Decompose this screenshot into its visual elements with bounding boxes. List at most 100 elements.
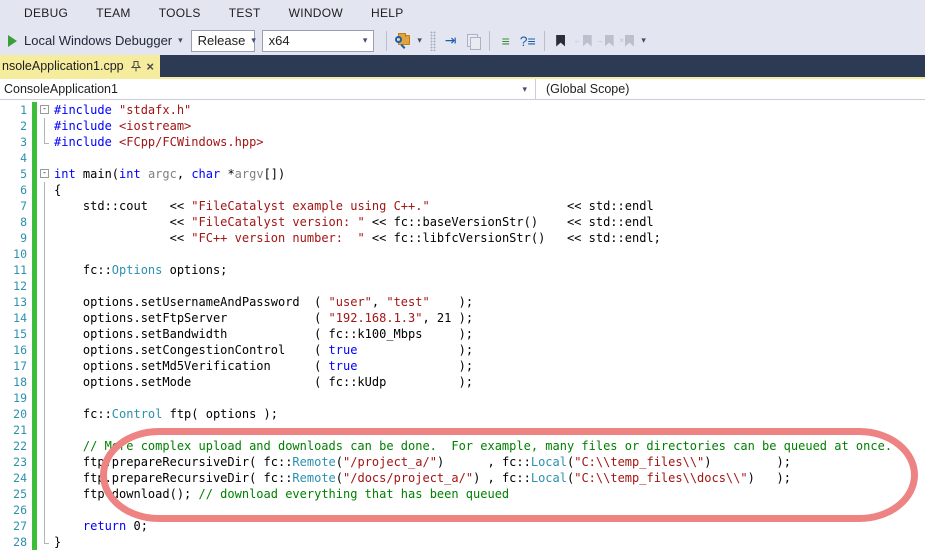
tab-title: nsoleApplication1.cpp	[2, 59, 125, 73]
code-editor[interactable]: 1-#include "stdafx.h"2#include <iostream…	[0, 100, 925, 560]
fold-margin[interactable]: -	[37, 166, 54, 182]
uncomment-selection-icon[interactable]: ?≡	[517, 30, 539, 52]
code-line[interactable]: 21	[0, 422, 925, 438]
collapse-region-icon[interactable]: -	[40, 105, 49, 114]
line-number: 27	[0, 518, 30, 534]
line-number: 4	[0, 150, 30, 166]
editor-navigation-bar: ConsoleApplication1 ▾ (Global Scope)	[0, 79, 925, 100]
code-line[interactable]: 14 options.setFtpServer ( "192.168.1.3",…	[0, 310, 925, 326]
line-number: 2	[0, 118, 30, 134]
find-options-dropdown-icon[interactable]: ▾	[414, 30, 426, 52]
tab-consoleapplication1-cpp[interactable]: nsoleApplication1.cpp ×	[0, 55, 160, 77]
line-number: 11	[0, 262, 30, 278]
code-text: ftp.prepareRecursiveDir( fc::Remote("/pr…	[54, 454, 791, 470]
toolbar-separator	[544, 31, 545, 51]
toolbar-grip	[430, 31, 436, 51]
find-in-files-icon[interactable]	[392, 30, 414, 52]
code-line[interactable]: 3#include <FCpp/FCWindows.hpp>	[0, 134, 925, 150]
toolbar-overflow-icon[interactable]: ▾	[638, 30, 650, 52]
code-line[interactable]: 16 options.setCongestionControl ( true )…	[0, 342, 925, 358]
global-scope-dropdown[interactable]: (Global Scope)	[536, 79, 925, 99]
menu-item-help[interactable]: HELP	[357, 1, 418, 25]
code-line[interactable]: 10	[0, 246, 925, 262]
line-number: 21	[0, 422, 30, 438]
code-text: options.setBandwidth ( fc::k100_Mbps );	[54, 326, 473, 342]
line-number: 12	[0, 278, 30, 294]
platform-dropdown-icon[interactable]: ▾	[358, 35, 373, 46]
fold-margin	[37, 326, 54, 342]
line-number: 3	[0, 134, 30, 150]
fold-margin	[37, 534, 54, 550]
fold-margin[interactable]: -	[37, 102, 54, 118]
code-line[interactable]: 28}	[0, 534, 925, 550]
close-tab-icon[interactable]: ×	[146, 60, 154, 73]
code-line[interactable]: 9 << "FC++ version number: " << fc::libf…	[0, 230, 925, 246]
project-scope-dropdown[interactable]: ConsoleApplication1 ▾	[0, 79, 536, 99]
code-line[interactable]: 6{	[0, 182, 925, 198]
code-line[interactable]: 24 ftp.prepareRecursiveDir( fc::Remote("…	[0, 470, 925, 486]
line-number: 5	[0, 166, 30, 182]
fold-margin	[37, 358, 54, 374]
code-line[interactable]: 26	[0, 502, 925, 518]
code-line[interactable]: 27 return 0;	[0, 518, 925, 534]
code-line[interactable]: 13 options.setUsernameAndPassword ( "use…	[0, 294, 925, 310]
code-line[interactable]: 19	[0, 390, 925, 406]
fold-margin	[37, 342, 54, 358]
code-line[interactable]: 5-int main(int argc, char *argv[])	[0, 166, 925, 182]
project-scope-dropdown-icon[interactable]: ▾	[522, 84, 535, 95]
toggle-bookmark-icon[interactable]	[550, 30, 572, 52]
code-line[interactable]: 23 ftp.prepareRecursiveDir( fc::Remote("…	[0, 454, 925, 470]
menu-item-tools[interactable]: TOOLS	[145, 1, 215, 25]
code-line[interactable]: 15 options.setBandwidth ( fc::k100_Mbps …	[0, 326, 925, 342]
code-line[interactable]: 18 options.setMode ( fc::kUdp );	[0, 374, 925, 390]
solution-configuration-select[interactable]: Release ▾	[191, 30, 255, 52]
fold-margin	[37, 246, 54, 262]
comment-selection-icon[interactable]: ≡	[495, 30, 517, 52]
code-line[interactable]: 2#include <iostream>	[0, 118, 925, 134]
fold-margin	[37, 438, 54, 454]
menu-item-test[interactable]: TEST	[215, 1, 275, 25]
collapse-region-icon[interactable]: -	[40, 169, 49, 178]
code-line[interactable]: 11 fc::Options options;	[0, 262, 925, 278]
clear-bookmarks-icon[interactable]: ×	[616, 30, 638, 52]
code-text: options.setUsernameAndPassword ( "user",…	[54, 294, 473, 310]
previous-bookmark-icon[interactable]: ←	[572, 30, 594, 52]
code-line[interactable]: 8 << "FileCatalyst version: " << fc::bas…	[0, 214, 925, 230]
fold-margin	[37, 182, 54, 198]
menu-item-window[interactable]: WINDOW	[275, 1, 357, 25]
line-number: 24	[0, 470, 30, 486]
pin-tab-icon[interactable]	[131, 61, 141, 72]
code-line[interactable]: 12	[0, 278, 925, 294]
code-line[interactable]: 4	[0, 150, 925, 166]
code-line[interactable]: 22 // More complex upload and downloads …	[0, 438, 925, 454]
fold-margin	[37, 486, 54, 502]
fold-margin	[37, 454, 54, 470]
menu-item-debug[interactable]: DEBUG	[10, 1, 82, 25]
code-line[interactable]: 17 options.setMd5Verification ( true );	[0, 358, 925, 374]
debug-target-dropdown-icon[interactable]: ▾	[178, 35, 183, 46]
line-number: 10	[0, 246, 30, 262]
code-area[interactable]: 1-#include "stdafx.h"2#include <iostream…	[0, 102, 925, 550]
solution-platform-select[interactable]: x64 ▾	[262, 30, 374, 52]
code-line[interactable]: 1-#include "stdafx.h"	[0, 102, 925, 118]
line-number: 1	[0, 102, 30, 118]
toolbar-icon-group: ▾⇥≡?≡←→×▾	[381, 30, 650, 52]
configuration-dropdown-icon[interactable]: ▾	[251, 35, 256, 46]
line-number: 26	[0, 502, 30, 518]
line-number: 22	[0, 438, 30, 454]
menu-item-team[interactable]: TEAM	[82, 1, 145, 25]
line-number: 18	[0, 374, 30, 390]
fold-margin	[37, 230, 54, 246]
fold-margin	[37, 150, 54, 166]
code-line[interactable]: 7 std::cout << "FileCatalyst example usi…	[0, 198, 925, 214]
navigate-to-icon[interactable]: ⇥	[440, 30, 462, 52]
code-line[interactable]: 25 ftp.download(); // download everythin…	[0, 486, 925, 502]
start-debug-play-icon[interactable]	[8, 35, 17, 47]
next-bookmark-icon[interactable]: →	[594, 30, 616, 52]
copy-icon[interactable]	[462, 30, 484, 52]
line-number: 28	[0, 534, 30, 550]
fold-margin	[37, 518, 54, 534]
fold-margin	[37, 198, 54, 214]
code-line[interactable]: 20 fc::Control ftp( options );	[0, 406, 925, 422]
debug-target-button[interactable]: Local Windows Debugger	[24, 33, 172, 48]
